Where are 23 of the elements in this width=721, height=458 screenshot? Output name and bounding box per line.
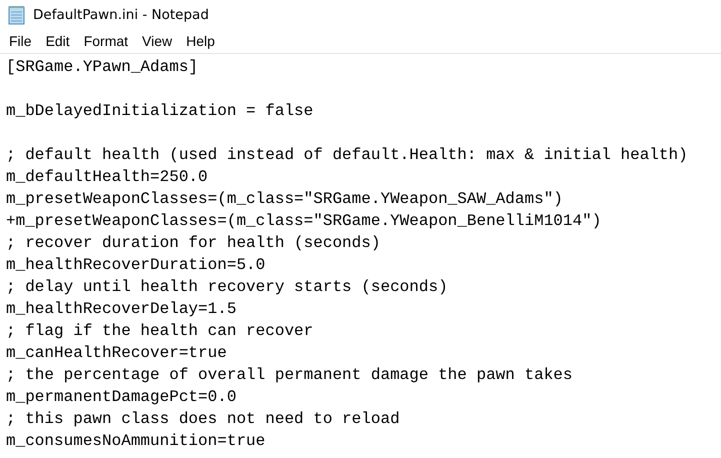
notepad-icon [8, 5, 25, 25]
text-line: m_healthRecoverDelay=1.5 [6, 299, 238, 320]
text-line: m_defaultHealth=250.0 [6, 167, 209, 188]
text-line: ; the percentage of overall permanent damage the pawn takes [6, 365, 574, 386]
text-line: ; default health (used instead of default.Health: max & initial health) [6, 145, 689, 166]
text-line: ; delay until health recovery starts (seconds) [6, 277, 449, 298]
text-line: m_consumesNoAmmunition=true [6, 431, 266, 452]
menu-item[interactable]: Help [179, 30, 222, 53]
menu-item[interactable]: View [135, 30, 180, 53]
text-line: ; this pawn class does not need to reload [6, 409, 401, 430]
text-line: +m_presetWeaponClasses=(m_class="SRGame.YWeapon_BenelliM1014") [6, 211, 602, 232]
text-line: ; flag if the health can recover [6, 321, 314, 342]
text-line: m_permanentDamagePct=0.0 [6, 387, 238, 408]
text-line: m_canHealthRecover=true [6, 343, 228, 364]
window-title: DefaultPawn.ini - Notepad [33, 6, 209, 25]
text-line: m_bDelayedInitialization = false [6, 101, 314, 122]
menu-item[interactable]: Edit [38, 30, 77, 53]
text-line: ; recover duration for health (seconds) [6, 233, 382, 254]
menu-item[interactable]: Format [76, 30, 136, 53]
text-line: m_presetWeaponClasses=(m_class="SRGame.YWeapon_SAW_Adams") [6, 189, 564, 210]
text-line: m_healthRecoverDuration=5.0 [6, 255, 266, 276]
text-line: [SRGame.YPawn_Adams] [6, 57, 200, 78]
menu-item[interactable]: File [2, 30, 39, 53]
